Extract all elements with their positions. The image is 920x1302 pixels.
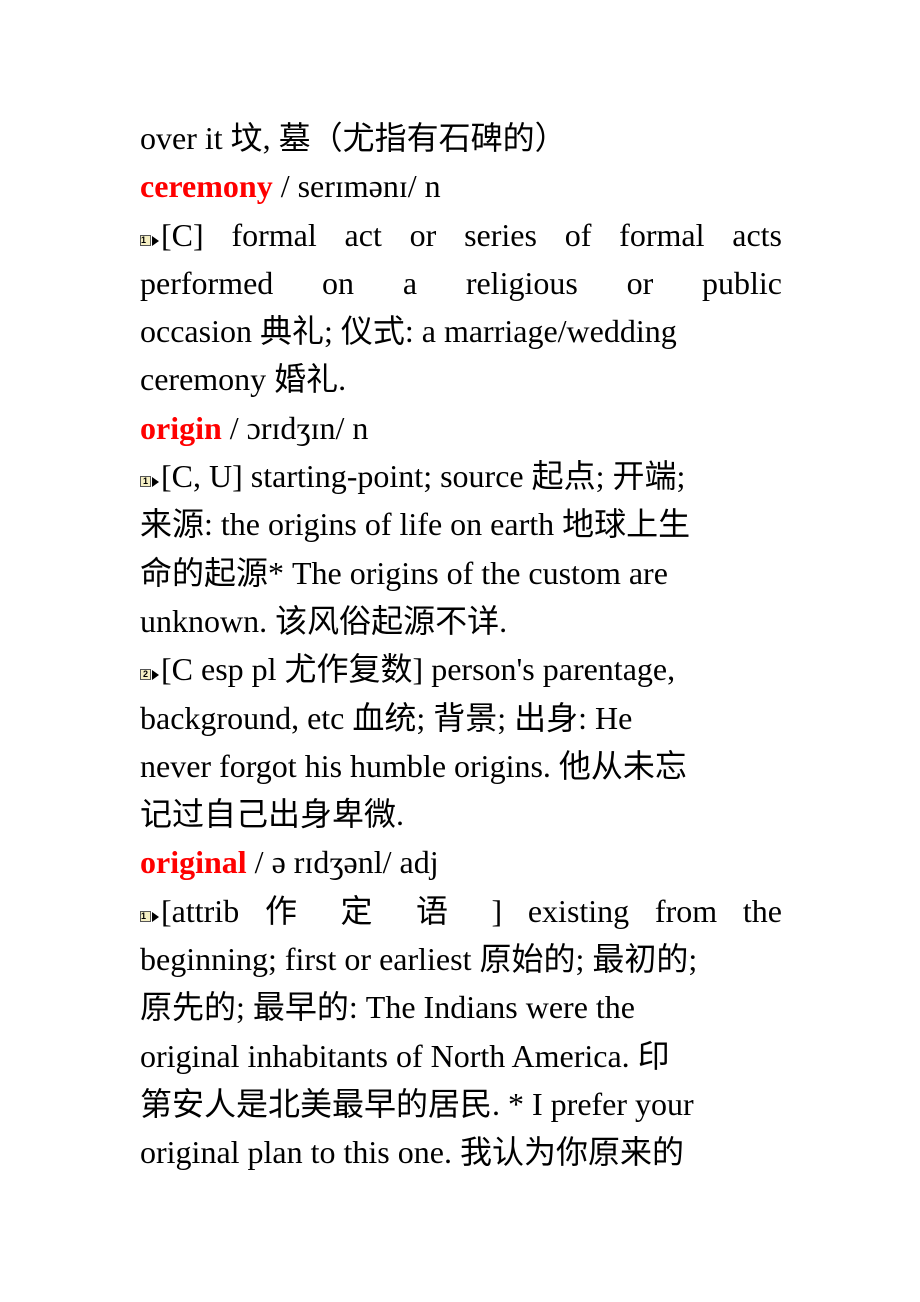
numbered-arrow-icon: 2	[140, 667, 160, 681]
phonetic: / ə rɪdʒənl/ adj	[246, 844, 439, 881]
headword: ceremony	[140, 168, 273, 205]
numbered-arrow-icon: 1	[140, 909, 160, 923]
sense-line: unknown. 该风俗起源不详.	[140, 602, 508, 639]
sense-line: 1 [C] formal act or series of formal acts	[140, 216, 782, 253]
phonetic: / ɔrɪdʒɪn/ n	[221, 409, 369, 446]
headword: origin	[140, 409, 222, 446]
sense-line: 2 [C esp pl 尤作复数] person's parentage,	[140, 645, 782, 693]
sense-line: occasion 典礼; 仪式: a marriage/wedding	[140, 313, 677, 350]
sense-line: never forgot his humble origins. 他从未忘	[140, 747, 687, 784]
sense-line: 原先的; 最早的: The Indians were the	[140, 989, 636, 1026]
sense-line: 来源: the origins of life on earth 地球上生	[140, 506, 691, 543]
sense-line: 1 [attrib 作 定 语 ] existing from the	[140, 892, 782, 929]
continuation-line: over it 坟, 墓（尤指有石碑的）	[140, 120, 567, 156]
entry-header-ceremony: ceremony / serɪmənɪ/ n	[140, 162, 782, 210]
numbered-arrow-icon: 1	[140, 474, 160, 488]
sense-line: performed on a religious or public	[140, 264, 782, 301]
sense-line: 1 [C, U] starting-point; source 起点; 开端;	[140, 452, 782, 500]
sense-line: original inhabitants of North America. 印	[140, 1037, 670, 1074]
sense-line: 第安人是北美最早的居民. * I prefer your	[140, 1085, 694, 1122]
entry-header-origin: origin / ɔrɪdʒɪn/ n	[140, 404, 782, 452]
sense-line: ceremony 婚礼.	[140, 361, 347, 398]
entry-header-original: original / ə rɪdʒənl/ adj	[140, 838, 782, 886]
sense-line: 命的起源* The origins of the custom are	[140, 554, 668, 591]
phonetic: / serɪmənɪ/ n	[272, 168, 441, 205]
sense-line: beginning; first or earliest 原始的; 最初的;	[140, 941, 698, 978]
sense-line: 记过自己出身卑微.	[140, 796, 405, 833]
dictionary-page: over it 坟, 墓（尤指有石碑的） ceremony / serɪmənɪ…	[140, 114, 782, 1177]
sense-line: original plan to this one. 我认为你原来的	[140, 1134, 684, 1171]
headword: original	[140, 844, 247, 881]
numbered-arrow-icon: 1	[140, 233, 160, 247]
sense-line: background, etc 血统; 背景; 出身: He	[140, 699, 633, 736]
